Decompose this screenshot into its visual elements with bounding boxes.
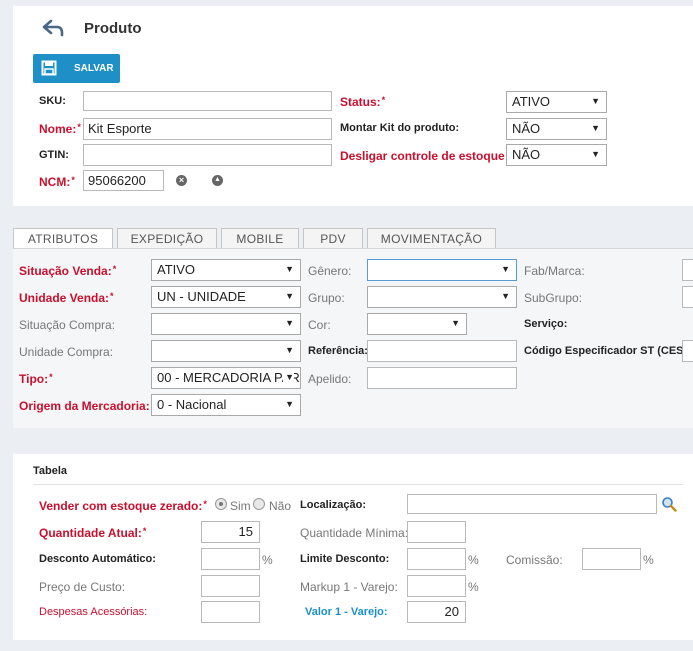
- apelido-input[interactable]: [367, 367, 517, 389]
- cor-label: Cor:: [308, 318, 331, 332]
- chevron-down-icon: ▼: [591, 123, 600, 133]
- save-button[interactable]: SALVAR: [33, 54, 120, 83]
- chevron-down-icon: ▼: [591, 149, 600, 159]
- unidade-venda-label: Unidade Venda:*: [19, 291, 114, 305]
- ncm-label: NCM:*: [39, 175, 75, 189]
- unidade-compra-label: Unidade Compra:: [19, 345, 114, 359]
- valor-varejo-label: Valor 1 - Varejo:: [305, 606, 388, 618]
- desconto-auto-percent: %: [262, 553, 273, 567]
- situacao-venda-select[interactable]: ATIVO ▼: [151, 259, 301, 281]
- tabela-title: Tabela: [33, 465, 68, 477]
- tab-atributos[interactable]: ATRIBUTOS: [13, 228, 113, 248]
- genero-select[interactable]: ▼: [367, 259, 517, 281]
- despesas-input[interactable]: [201, 601, 260, 623]
- fab-marca-input[interactable]: [682, 259, 693, 281]
- vender-zerado-label: Vender com estoque zerado:*: [39, 499, 207, 513]
- localizacao-label: Localização:: [300, 499, 367, 511]
- markup-label: Markup 1 - Varejo:: [300, 580, 398, 594]
- desconto-auto-input[interactable]: [201, 548, 260, 570]
- kit-label: Montar Kit do produto:: [340, 122, 460, 134]
- chevron-down-icon: ▼: [285, 318, 294, 328]
- servico-label: Serviço:: [524, 318, 568, 330]
- status-label: Status:*: [340, 95, 386, 109]
- tab-mobile[interactable]: MOBILE: [221, 228, 299, 248]
- nao-radio[interactable]: [253, 498, 265, 510]
- apelido-label: Apelido:: [308, 372, 352, 386]
- gtin-input[interactable]: [83, 144, 332, 166]
- limite-desconto-percent: %: [468, 553, 479, 567]
- unidade-compra-select[interactable]: ▼: [151, 340, 301, 362]
- nome-input[interactable]: Kit Esporte: [83, 118, 332, 140]
- situacao-compra-select[interactable]: ▼: [151, 313, 301, 335]
- floppy-disk-icon: [41, 60, 57, 79]
- limite-desconto-input[interactable]: [407, 548, 466, 570]
- situacao-venda-label: Situação Venda:*: [19, 264, 117, 278]
- magnifier-icon[interactable]: [661, 496, 677, 515]
- unidade-venda-select[interactable]: UN - UNIDADE ▼: [151, 286, 301, 308]
- tab-pdv[interactable]: PDV: [303, 228, 363, 248]
- estoque-select[interactable]: NÃO ▼: [506, 144, 607, 166]
- limite-desconto-label: Limite Desconto:: [300, 553, 390, 565]
- chevron-down-icon: ▼: [283, 372, 294, 382]
- sim-radio[interactable]: [215, 498, 227, 510]
- nao-label: Não: [269, 499, 292, 513]
- referencia-label: Referência:: [308, 345, 368, 357]
- tab-movimentacao[interactable]: MOVIMENTAÇÃO: [367, 228, 496, 248]
- tipo-select[interactable]: 00 - MERCADORIA PAR ▼: [151, 367, 301, 389]
- cest-label: Código Especificador ST (CEST):: [524, 345, 693, 357]
- situacao-compra-label: Situação Compra:: [19, 318, 116, 332]
- chevron-down-icon: ▼: [285, 291, 294, 301]
- valor-varejo-input[interactable]: 20: [407, 601, 466, 623]
- chevron-down-icon: ▼: [285, 345, 294, 355]
- cor-select[interactable]: ▼: [367, 313, 467, 335]
- tabela-divider: [33, 484, 683, 485]
- comissao-percent: %: [643, 553, 654, 567]
- tab-expedicao[interactable]: EXPEDIÇÃO: [117, 228, 217, 248]
- referencia-input[interactable]: [367, 340, 517, 362]
- fab-marca-label: Fab/Marca:: [524, 264, 585, 278]
- origem-select[interactable]: 0 - Nacional ▼: [151, 394, 301, 416]
- despesas-label: Despesas Acessórias:: [39, 606, 148, 618]
- qtd-minima-input[interactable]: [407, 521, 466, 543]
- chevron-down-icon: ▼: [501, 264, 510, 274]
- qtd-atual-label: Quantidade Atual:*: [39, 526, 147, 540]
- nome-label: Nome:*: [39, 122, 81, 136]
- genero-label: Gênero:: [308, 264, 352, 278]
- markup-input[interactable]: [407, 575, 466, 597]
- comissao-label: Comissão:: [506, 553, 563, 567]
- subgrupo-input[interactable]: [682, 286, 693, 308]
- chevron-down-icon: ▼: [285, 399, 294, 409]
- clear-circle-icon[interactable]: ×: [176, 175, 187, 186]
- save-button-label: SALVAR: [74, 63, 114, 74]
- cest-input[interactable]: [682, 340, 693, 362]
- back-arrow-icon[interactable]: [41, 18, 65, 41]
- qtd-minima-label: Quantidade Mínima:: [300, 526, 409, 540]
- estoque-label: Desligar controle de estoque:*: [340, 149, 513, 163]
- status-select[interactable]: ATIVO ▼: [506, 91, 607, 113]
- chevron-down-icon: ▼: [285, 264, 294, 274]
- chevron-down-icon: ▼: [501, 291, 510, 301]
- sim-label: Sim: [230, 499, 251, 513]
- chevron-down-icon: ▼: [591, 96, 600, 106]
- desconto-auto-label: Desconto Automático:: [39, 553, 156, 565]
- markup-percent: %: [468, 580, 479, 594]
- origem-label: Origem da Mercadoria:*: [19, 399, 154, 413]
- preco-custo-label: Preço de Custo:: [39, 580, 126, 594]
- subgrupo-label: SubGrupo:: [524, 291, 583, 305]
- preco-custo-input[interactable]: [201, 575, 260, 597]
- grupo-select[interactable]: ▼: [367, 286, 517, 308]
- localizacao-input[interactable]: [407, 494, 657, 514]
- sku-input[interactable]: [83, 91, 332, 111]
- gtin-label: GTIN:: [39, 149, 69, 161]
- sku-label: SKU:: [39, 95, 66, 107]
- qtd-atual-input[interactable]: 15: [201, 521, 260, 543]
- ncm-input[interactable]: 95066200: [83, 170, 164, 191]
- comissao-input[interactable]: [582, 548, 641, 570]
- tipo-label: Tipo:*: [19, 372, 53, 386]
- chevron-down-icon: ▼: [451, 318, 460, 328]
- grupo-label: Grupo:: [308, 291, 345, 305]
- expand-circle-icon[interactable]: ▲: [212, 175, 223, 186]
- kit-select[interactable]: NÃO ▼: [506, 118, 607, 140]
- page-title: Produto: [84, 20, 142, 37]
